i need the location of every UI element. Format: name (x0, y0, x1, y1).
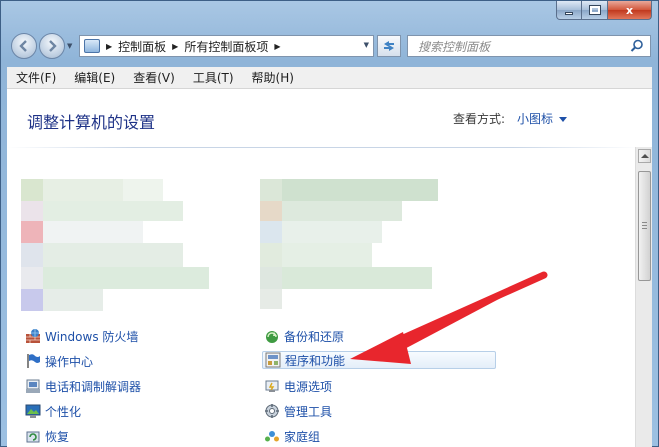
navigation-bar: ▼ ▶ 控制面板 ▶ 所有控制面板项 ▶ ▼ 搜索控制面板 (1, 29, 658, 63)
item-homegroup[interactable]: 家庭组 (264, 427, 320, 445)
menu-view[interactable]: 查看(V) (130, 67, 178, 88)
scroll-up-icon[interactable] (638, 149, 651, 163)
homegroup-icon (265, 431, 279, 442)
view-by-label: 查看方式: (453, 112, 506, 126)
refresh-icon (384, 41, 394, 51)
control-panel-icon (84, 39, 100, 53)
back-button[interactable] (11, 33, 37, 59)
forward-arrow-icon (49, 40, 57, 52)
item-backup-restore[interactable]: 备份和还原 (264, 327, 344, 345)
item-admin-tools[interactable]: 管理工具 (264, 402, 332, 420)
page-title: 调整计算机的设置 (27, 113, 156, 132)
minimize-icon (565, 11, 573, 15)
item-label: Windows 防火墙 (45, 329, 139, 344)
backup-icon (266, 331, 278, 343)
programs-icon (265, 352, 281, 368)
item-windows-firewall[interactable]: Windows 防火墙 (25, 327, 138, 345)
menu-help[interactable]: 帮助(H) (249, 67, 297, 88)
address-history-chevron-down-icon[interactable]: ▼ (364, 41, 369, 49)
personalize-icon (25, 404, 41, 418)
close-button[interactable]: x (608, 1, 652, 20)
chevron-down-icon (559, 117, 568, 122)
search-icon[interactable] (630, 39, 644, 53)
breadcrumb-separator-icon[interactable]: ▶ (106, 42, 112, 51)
item-recovery[interactable]: 恢复 (25, 427, 69, 445)
menu-file[interactable]: 文件(F) (13, 67, 59, 88)
minimize-button[interactable] (556, 1, 582, 20)
maximize-icon (588, 5, 601, 15)
item-personalization[interactable]: 个性化 (25, 402, 81, 420)
item-label: 家庭组 (284, 429, 321, 444)
blurred-items-left (21, 179, 211, 313)
search-input[interactable]: 搜索控制面板 (407, 35, 651, 57)
item-power-options[interactable]: 电源选项 (264, 377, 332, 395)
address-bar[interactable]: ▶ 控制面板 ▶ 所有控制面板项 ▶ ▼ (79, 35, 374, 57)
recent-pages-chevron-down-icon[interactable]: ▼ (67, 42, 72, 50)
breadcrumb-all-items[interactable]: 所有控制面板项 (184, 38, 268, 55)
item-label: 电话和调制解调器 (45, 379, 142, 394)
close-icon: x (625, 3, 634, 17)
phone-modem-icon (26, 379, 40, 393)
item-label: 程序和功能 (285, 353, 346, 368)
view-mode-value: 小图标 (517, 112, 554, 126)
caption-buttons: x (556, 1, 652, 21)
recovery-icon (26, 431, 40, 443)
item-label: 电源选项 (284, 379, 333, 394)
blurred-items-right (260, 179, 440, 309)
vertical-scrollbar[interactable] (635, 147, 652, 447)
forward-button[interactable] (39, 33, 65, 59)
item-label: 恢复 (45, 429, 70, 444)
admin-tools-icon (265, 404, 279, 418)
flag-icon (27, 354, 40, 368)
control-panel-window: x ▼ ▶ 控制面板 ▶ 所有控制面板项 ▶ ▼ 搜索控制面板 文件(F) 编辑… (0, 0, 659, 447)
menu-tools[interactable]: 工具(T) (190, 67, 237, 88)
scroll-thumb[interactable] (638, 171, 651, 281)
menu-bar: 文件(F) 编辑(E) 查看(V) 工具(T) 帮助(H) (7, 67, 652, 89)
content-pane: 调整计算机的设置 查看方式: 小图标 Windows 防火墙 操作中心 电话和调… (7, 89, 652, 447)
menu-edit[interactable]: 编辑(E) (71, 67, 118, 88)
firewall-icon (26, 329, 40, 343)
back-arrow-icon (19, 40, 27, 52)
item-label: 备份和还原 (284, 329, 345, 344)
maximize-button[interactable] (582, 1, 608, 20)
breadcrumb-control-panel[interactable]: 控制面板 (118, 38, 166, 55)
item-label: 个性化 (45, 404, 82, 419)
view-mode-dropdown[interactable]: 小图标 (517, 110, 568, 127)
header-divider (7, 147, 639, 148)
breadcrumb-separator-icon[interactable]: ▶ (172, 42, 178, 51)
breadcrumb-separator-icon[interactable]: ▶ (274, 42, 280, 51)
item-label: 操作中心 (45, 354, 94, 369)
item-phone-modem[interactable]: 电话和调制解调器 (25, 377, 141, 395)
power-icon (265, 380, 279, 392)
search-placeholder: 搜索控制面板 (418, 39, 491, 54)
item-label: 管理工具 (284, 404, 333, 419)
refresh-button[interactable] (377, 35, 401, 57)
item-action-center[interactable]: 操作中心 (25, 352, 93, 370)
item-programs-features[interactable]: 程序和功能 (262, 351, 496, 369)
